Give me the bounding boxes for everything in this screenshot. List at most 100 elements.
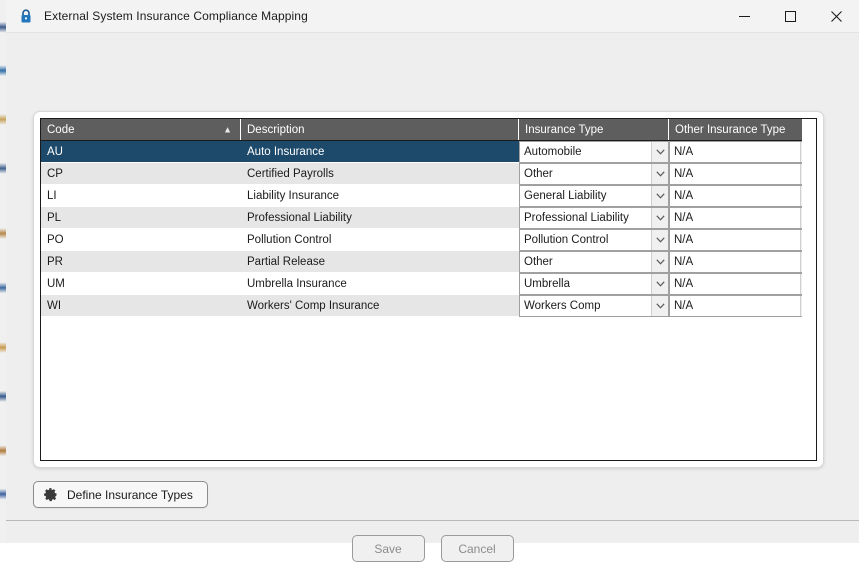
chevron-down-icon[interactable]: [651, 208, 668, 228]
cell-description: Liability Insurance: [241, 185, 519, 207]
column-header-insurance-type-label: Insurance Type: [525, 123, 604, 136]
cell-code: WI: [41, 295, 241, 317]
cancel-button[interactable]: Cancel: [440, 535, 514, 562]
define-insurance-types-label: Define Insurance Types: [67, 487, 193, 502]
column-header-other-insurance-type-label: Other Insurance Type: [675, 123, 786, 136]
insurance-type-dropdown[interactable]: Professional Liability: [519, 207, 669, 229]
cell-description: Partial Release: [241, 251, 519, 273]
cell-other-insurance-type: N/A: [669, 295, 816, 317]
cell-insurance-type: General Liability: [519, 185, 669, 207]
table-row[interactable]: LI Liability Insurance General Liability N/…: [41, 185, 816, 207]
lock-icon: [18, 8, 34, 24]
cell-other-insurance-type: N/A: [669, 251, 816, 273]
table-row[interactable]: CP Certified Payrolls Other N/A: [41, 163, 816, 185]
window-controls: [721, 0, 859, 33]
cell-description-text: Pollution Control: [247, 234, 332, 246]
insurance-type-dropdown[interactable]: Automobile: [519, 141, 669, 163]
maximize-button[interactable]: [767, 0, 813, 33]
column-header-code-label: Code: [47, 123, 75, 136]
other-insurance-type-value: N/A: [670, 274, 800, 294]
cell-code: PR: [41, 251, 241, 273]
chevron-down-icon[interactable]: [651, 186, 668, 206]
chevron-down-icon[interactable]: [651, 274, 668, 294]
table-row[interactable]: PO Pollution Control Pollution Control N/A: [41, 229, 816, 251]
cell-code-text: LI: [47, 190, 57, 202]
sort-ascending-icon: ▲: [223, 124, 232, 134]
insurance-type-value: Other: [520, 252, 651, 272]
minimize-button[interactable]: [721, 0, 767, 33]
other-insurance-type-value: N/A: [670, 142, 800, 162]
other-insurance-type-value: N/A: [670, 252, 800, 272]
other-insurance-type-value: N/A: [670, 186, 800, 206]
cell-description-text: Workers' Comp Insurance: [247, 300, 380, 312]
chevron-down-icon[interactable]: [651, 296, 668, 316]
insurance-type-dropdown[interactable]: Other: [519, 251, 669, 273]
insurance-type-dropdown[interactable]: Workers Comp: [519, 295, 669, 317]
table-row[interactable]: PL Professional Liability Professional Lia…: [41, 207, 816, 229]
other-insurance-type-dropdown[interactable]: N/A: [669, 185, 816, 207]
cell-description: Pollution Control: [241, 229, 519, 251]
column-header-code[interactable]: Code ▲: [41, 119, 241, 140]
other-insurance-type-dropdown[interactable]: N/A: [669, 273, 816, 295]
other-insurance-type-value: N/A: [670, 296, 800, 316]
column-header-other-insurance-type[interactable]: Other Insurance Type: [669, 119, 816, 140]
chevron-down-icon[interactable]: [651, 142, 668, 162]
dialog-body: Code ▲ Description Insurance Type Other …: [6, 33, 859, 562]
cell-code-text: UM: [47, 278, 65, 290]
insurance-type-value: Professional Liability: [520, 208, 651, 228]
cell-description: Umbrella Insurance: [241, 273, 519, 295]
insurance-type-dropdown[interactable]: General Liability: [519, 185, 669, 207]
gear-icon: [43, 487, 58, 502]
table-row[interactable]: PR Partial Release Other N/A: [41, 251, 816, 273]
insurance-type-dropdown[interactable]: Umbrella: [519, 273, 669, 295]
cell-other-insurance-type: N/A: [669, 141, 816, 163]
other-insurance-type-value: N/A: [670, 208, 800, 228]
cell-description: Professional Liability: [241, 207, 519, 229]
other-insurance-type-value: N/A: [670, 164, 800, 184]
cell-insurance-type: Workers Comp: [519, 295, 669, 317]
save-button[interactable]: Save: [351, 535, 425, 562]
cell-other-insurance-type: N/A: [669, 185, 816, 207]
table-row[interactable]: AU Auto Insurance Automobile N/A: [41, 141, 816, 163]
insurance-type-value: Umbrella: [520, 274, 651, 294]
insurance-type-value: General Liability: [520, 186, 651, 206]
table-row[interactable]: UM Umbrella Insurance Umbrella N/A: [41, 273, 816, 295]
column-header-insurance-type[interactable]: Insurance Type: [519, 119, 669, 140]
cell-code-text: CP: [47, 168, 63, 180]
define-insurance-types-button[interactable]: Define Insurance Types: [33, 481, 208, 508]
cell-description-text: Auto Insurance: [247, 146, 325, 158]
chevron-down-icon[interactable]: [651, 252, 668, 272]
chevron-down-icon[interactable]: [651, 230, 668, 250]
other-insurance-type-dropdown[interactable]: N/A: [669, 251, 816, 273]
cell-code: LI: [41, 185, 241, 207]
title-bar: External System Insurance Compliance Map…: [6, 0, 859, 33]
cell-other-insurance-type: N/A: [669, 229, 816, 251]
cell-description-text: Umbrella Insurance: [247, 278, 347, 290]
table-row[interactable]: WI Workers' Comp Insurance Workers Comp N/A: [41, 295, 816, 317]
mapping-grid: Code ▲ Description Insurance Type Other …: [40, 118, 817, 461]
other-insurance-type-dropdown[interactable]: N/A: [669, 295, 816, 317]
dialog-window: External System Insurance Compliance Map…: [6, 0, 859, 562]
insurance-type-value: Pollution Control: [520, 230, 651, 250]
other-insurance-type-dropdown[interactable]: N/A: [669, 163, 816, 185]
cell-insurance-type: Other: [519, 163, 669, 185]
other-insurance-type-dropdown[interactable]: N/A: [669, 229, 816, 251]
other-insurance-type-value: N/A: [670, 230, 800, 250]
insurance-type-value: Other: [520, 164, 651, 184]
insurance-type-dropdown[interactable]: Other: [519, 163, 669, 185]
other-insurance-type-dropdown[interactable]: N/A: [669, 207, 816, 229]
cell-insurance-type: Other: [519, 251, 669, 273]
cell-code: UM: [41, 273, 241, 295]
cell-description-text: Liability Insurance: [247, 190, 340, 202]
other-insurance-type-dropdown[interactable]: N/A: [669, 141, 816, 163]
cell-other-insurance-type: N/A: [669, 163, 816, 185]
cell-insurance-type: Automobile: [519, 141, 669, 163]
cell-insurance-type: Professional Liability: [519, 207, 669, 229]
close-button[interactable]: [813, 0, 859, 33]
chevron-down-icon[interactable]: [651, 164, 668, 184]
grid-vertical-scrollbar[interactable]: [802, 119, 816, 460]
cell-description: Certified Payrolls: [241, 163, 519, 185]
insurance-type-value: Workers Comp: [520, 296, 651, 316]
insurance-type-dropdown[interactable]: Pollution Control: [519, 229, 669, 251]
column-header-description[interactable]: Description: [241, 119, 519, 140]
